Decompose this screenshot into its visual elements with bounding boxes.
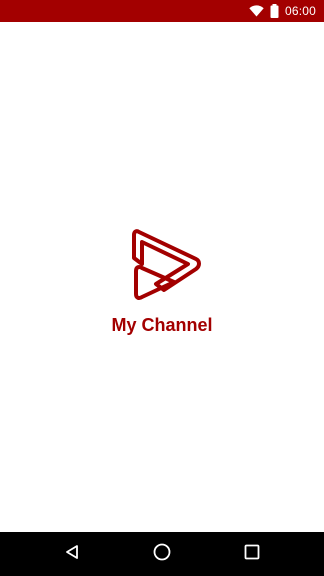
recents-button[interactable]: [230, 532, 274, 576]
home-button[interactable]: [140, 532, 184, 576]
splash-screen: My Channel: [0, 22, 324, 532]
wifi-icon: [249, 5, 264, 17]
recents-icon: [244, 544, 260, 565]
back-icon: [64, 544, 80, 565]
screen: 06:00 My Channel: [0, 0, 324, 576]
play-logo-icon: [126, 224, 202, 304]
status-bar: 06:00: [0, 0, 324, 22]
status-time: 06:00: [284, 4, 316, 18]
navigation-bar: [0, 532, 324, 576]
home-icon: [153, 543, 171, 566]
app-name: My Channel: [111, 315, 213, 335]
battery-icon: [270, 4, 279, 18]
back-button[interactable]: [50, 532, 94, 576]
